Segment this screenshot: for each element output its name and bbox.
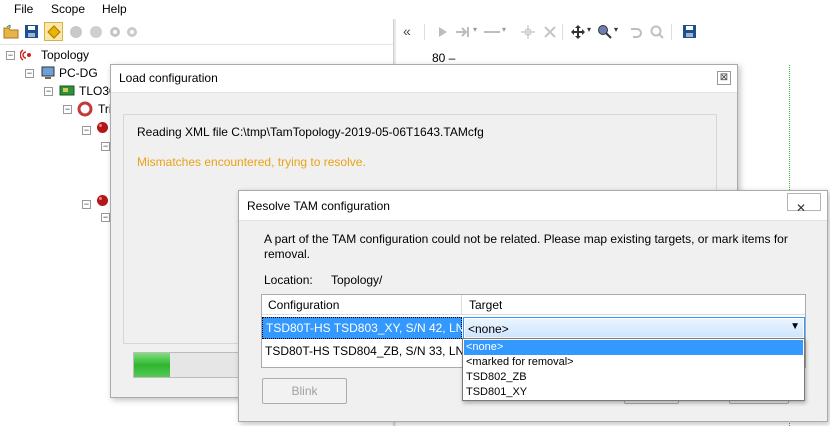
play-icon <box>438 26 447 37</box>
left-toolbar <box>0 19 393 45</box>
disabled-tool-1-button[interactable] <box>66 22 85 41</box>
save-icon <box>683 25 696 38</box>
computer-icon <box>41 66 55 79</box>
collapse-button[interactable]: « <box>403 23 411 39</box>
red-ball-icon <box>97 195 108 206</box>
tree-expander-tlo[interactable]: − <box>44 87 53 96</box>
crosshair-icon <box>520 24 535 39</box>
progress-fill <box>134 353 170 377</box>
resolve-description: A part of the TAM configuration could no… <box>264 232 788 261</box>
fit-button[interactable] <box>540 22 559 41</box>
right-toolbar: « ▾ ▾ ▾ ▾ <box>396 19 830 45</box>
dropdown-option[interactable]: TSD801_XY <box>464 385 803 400</box>
zoom-button[interactable] <box>595 22 614 41</box>
table-row-selected[interactable]: TSD80T-HS TSD803_XY, S/N 42, LN 0 <box>262 317 474 339</box>
target-combobox[interactable]: <none> ▼ <box>463 317 805 339</box>
dropdown-option[interactable]: <marked for removal> <box>464 355 803 370</box>
resolve-dialog-title: Resolve TAM configuration <box>247 199 390 213</box>
open-folder-button[interactable] <box>1 22 20 41</box>
configuration-cell: TSD80T-HS TSD803_XY, S/N 42, LN 0 <box>266 321 475 335</box>
column-header-target[interactable]: Target <box>469 298 502 312</box>
crosshair-button[interactable] <box>518 22 537 41</box>
red-ball-icon <box>97 122 108 133</box>
blink-button[interactable]: Blink <box>262 378 347 404</box>
tree-item-pc[interactable]: PC-DG <box>59 66 98 80</box>
undo-icon <box>630 27 642 38</box>
step-end-icon <box>455 26 469 37</box>
play-button[interactable] <box>433 22 452 41</box>
dropdown-option[interactable]: TSD802_ZB <box>464 370 803 385</box>
undo-button[interactable] <box>625 22 644 41</box>
tree-expander-node-1a[interactable]: − <box>101 142 110 151</box>
location-value: Topology/ <box>331 273 383 287</box>
zoom-out-button[interactable] <box>647 22 666 41</box>
close-icon: ✕ <box>796 201 807 215</box>
move-arrows-icon <box>570 24 585 39</box>
tree-expander-tri[interactable]: − <box>63 105 72 114</box>
target-dropdown-list: <none> <marked for removal> TSD802_ZB TS… <box>462 338 805 401</box>
toolbar-separator <box>424 24 425 40</box>
board-icon <box>59 85 75 96</box>
load-dialog-titlebar: Load configuration ⊠ <box>111 65 737 93</box>
tree-expander-node-2[interactable]: − <box>82 200 91 209</box>
dropdown-arrow-icon[interactable]: ▾ <box>502 25 506 34</box>
lifebuoy-icon <box>77 101 93 117</box>
gray-gear-icon <box>109 26 120 37</box>
dropdown-arrow-icon[interactable]: ▾ <box>587 25 591 34</box>
table-row[interactable]: TSD80T-HS TSD804_ZB, S/N 33, LN 0 <box>262 341 474 363</box>
zoom-icon <box>597 24 612 39</box>
menu-scope[interactable]: Scope <box>51 2 85 16</box>
move-button[interactable] <box>568 22 587 41</box>
configuration-cell: TSD80T-HS TSD804_ZB, S/N 33, LN 0 <box>265 344 475 358</box>
column-header-configuration[interactable]: Configuration <box>268 298 339 312</box>
diamond-button[interactable] <box>44 22 63 41</box>
dropdown-arrow-icon[interactable]: ▾ <box>473 25 477 34</box>
tree-expander-node-1[interactable]: − <box>82 126 91 135</box>
save-view-button[interactable] <box>680 22 699 41</box>
load-dialog-title: Load configuration <box>119 71 218 85</box>
step-button[interactable] <box>453 22 472 41</box>
gray-circle-icon <box>89 25 102 38</box>
menu-file[interactable]: File <box>14 2 33 16</box>
resolve-dialog-titlebar: Resolve TAM configuration ✕ <box>239 191 827 221</box>
reading-status-text: Reading XML file C:\tmp\TamTopology-2019… <box>137 125 484 139</box>
location-label: Location: <box>264 273 313 287</box>
grid-header: Configuration Target <box>262 295 805 315</box>
diamond-icon <box>46 24 61 39</box>
close-button[interactable]: ✕ <box>787 193 821 215</box>
axis-tick-label: 80 – <box>432 51 456 65</box>
tree-expander-topology[interactable]: − <box>6 51 15 60</box>
column-divider <box>461 295 462 315</box>
progress-bar <box>133 352 243 378</box>
target-combobox-value: <none> <box>468 322 509 336</box>
tree-expander-node-2a[interactable]: − <box>101 213 110 222</box>
disabled-tool-4-button[interactable] <box>122 22 141 41</box>
save-button[interactable] <box>22 22 41 41</box>
menu-bar: File Scope Help <box>0 0 830 19</box>
line-button[interactable] <box>482 22 501 41</box>
gray-gear-icon <box>126 26 137 37</box>
line-icon <box>483 30 500 33</box>
close-icon[interactable]: ⊠ <box>717 71 731 85</box>
mismatch-warning-text: Mismatches encountered, trying to resolv… <box>137 155 366 169</box>
tree-expander-pc[interactable]: − <box>25 69 34 78</box>
dropdown-arrow-icon[interactable]: ▾ <box>614 25 618 34</box>
toolbar-separator <box>671 24 672 40</box>
save-icon <box>25 25 38 38</box>
fit-icon <box>543 25 556 38</box>
disabled-tool-2-button[interactable] <box>86 22 105 41</box>
zoom-out-icon <box>650 25 664 39</box>
toolbar-separator <box>562 24 563 40</box>
menu-help[interactable]: Help <box>102 2 127 16</box>
combobox-face <box>465 319 803 337</box>
open-folder-icon <box>3 24 18 38</box>
chevron-down-icon[interactable]: ▼ <box>790 321 800 332</box>
tree-item-topology[interactable]: Topology <box>41 48 89 62</box>
gray-circle-icon <box>69 25 82 38</box>
signal-icon <box>20 49 31 61</box>
dropdown-option[interactable]: <none> <box>464 340 803 355</box>
